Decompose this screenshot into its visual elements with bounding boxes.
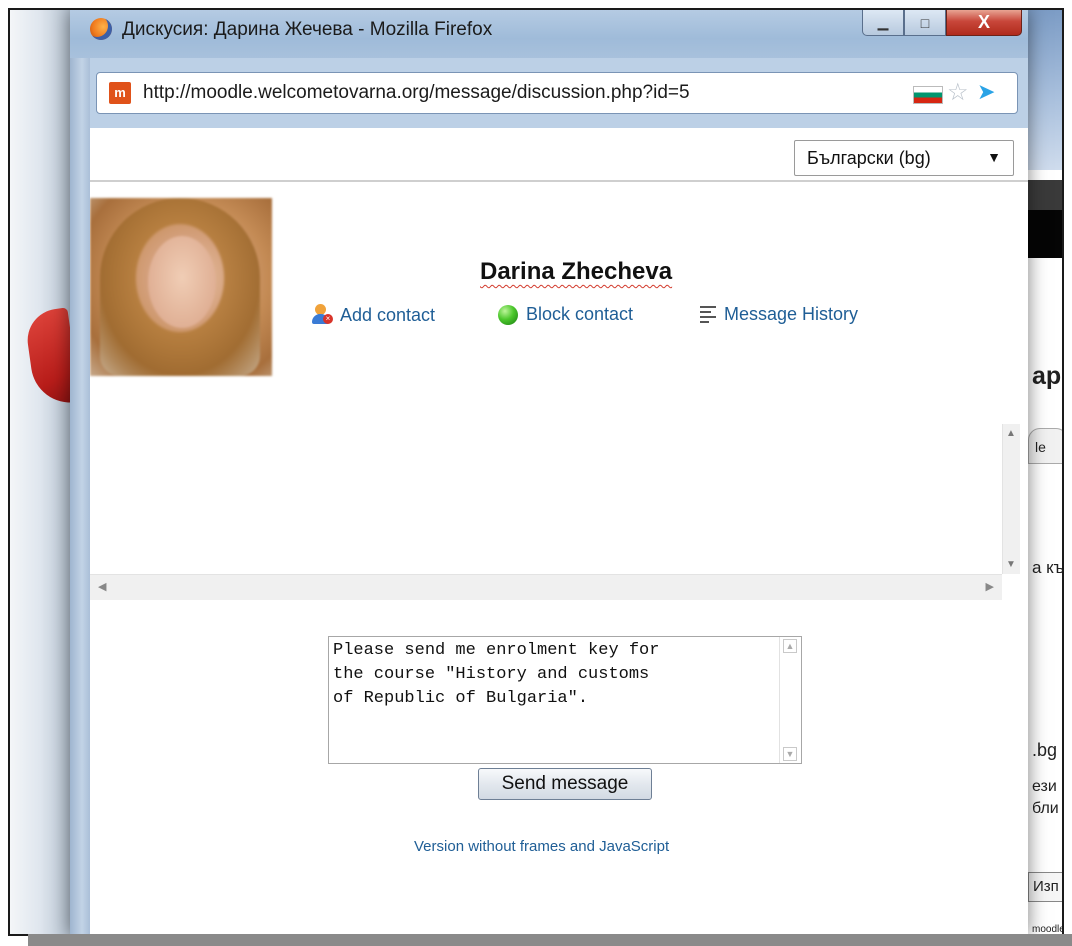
history-list-icon [700,305,716,324]
background-tab-fragment: le [1028,428,1062,464]
messages-frame[interactable] [90,424,1002,574]
background-left [10,10,70,934]
message-history-label: Message History [724,304,859,324]
close-button[interactable]: X [946,10,1022,36]
desktop-frame: ap le a къ .bg ези бли Изп moodle Дискус… [8,8,1064,936]
avatar [90,198,272,376]
background-link-fragment: ези [1032,778,1057,795]
background-black-band [1028,210,1062,258]
message-textarea[interactable]: Please send me enrolment key for the cou… [329,637,779,763]
scroll-down-arrow-icon[interactable]: ▼ [1006,559,1016,570]
background-sky [1028,10,1062,170]
block-contact-link[interactable]: Block contact [498,304,633,325]
window-controls: ▁ □ X [862,10,1022,38]
page-content: Български (bg) ▼ Darina Zhecheva × Add c… [90,128,1028,934]
version-without-frames-link[interactable]: Version without frames and JavaScript [414,838,669,855]
window-titlebar[interactable]: Дискусия: Дарина Жечева - Mozilla Firefo… [70,10,1028,58]
messages-vertical-scrollbar[interactable]: ▲ ▼ [1002,424,1020,574]
bulgaria-flag-icon [913,86,943,104]
moodle-icon: m [109,82,131,104]
maximize-button[interactable]: □ [904,10,946,36]
twitter-bird-icon[interactable]: ➤ [977,79,995,105]
firefox-icon [90,18,112,40]
messages-horizontal-scrollbar[interactable]: ◀ ▶ [90,574,1002,600]
block-contact-label: Block contact [526,304,634,324]
scroll-up-arrow-icon[interactable]: ▲ [783,639,797,653]
scroll-left-arrow-icon[interactable]: ◀ [98,580,106,593]
language-select-value: Български (bg) [807,148,931,168]
minimize-button[interactable]: ▁ [862,10,904,36]
green-circle-icon [498,304,518,325]
background-link-fragment: .bg [1032,740,1058,760]
send-message-button[interactable]: Send message [478,768,652,800]
message-compose-box[interactable]: Please send me enrolment key for the cou… [328,636,802,764]
add-user-icon: × [312,304,333,326]
scroll-down-arrow-icon[interactable]: ▼ [783,747,797,761]
background-dark-band [1028,180,1062,210]
background-text-fragment: ap [1032,362,1062,390]
chevron-down-icon: ▼ [987,149,1001,165]
avatar-face [148,236,216,328]
background-window: ap le a къ .bg ези бли Изп moodle [1028,10,1064,934]
url-text[interactable]: http://moodle.welcometovarna.org/message… [143,82,690,104]
textarea-scrollbar[interactable]: ▲ ▼ [779,637,801,763]
header-divider [90,180,1028,182]
star-icon[interactable]: ☆ [947,78,969,107]
message-history-link[interactable]: Message History [700,304,858,325]
window-title: Дискусия: Дарина Жечева - Mozilla Firefo… [122,19,493,40]
background-button-fragment: Изп [1028,872,1062,902]
add-contact-link[interactable]: × Add contact [312,304,435,326]
scroll-right-arrow-icon[interactable]: ▶ [986,580,994,593]
scroll-up-arrow-icon[interactable]: ▲ [1006,428,1016,439]
firefox-popup-window: Дискусия: Дарина Жечева - Mozilla Firefo… [70,10,1028,934]
background-text-fragment: a къ [1032,558,1064,577]
profile-name: Darina Zhecheva [480,258,673,285]
language-select[interactable]: Български (bg) ▼ [794,140,1014,176]
add-contact-label: Add contact [340,304,436,325]
window-border [70,58,90,934]
bottom-bar [28,934,1072,946]
background-link-fragment: бли [1032,800,1059,817]
address-bar[interactable]: m http://moodle.welcometovarna.org/messa… [96,72,1018,114]
